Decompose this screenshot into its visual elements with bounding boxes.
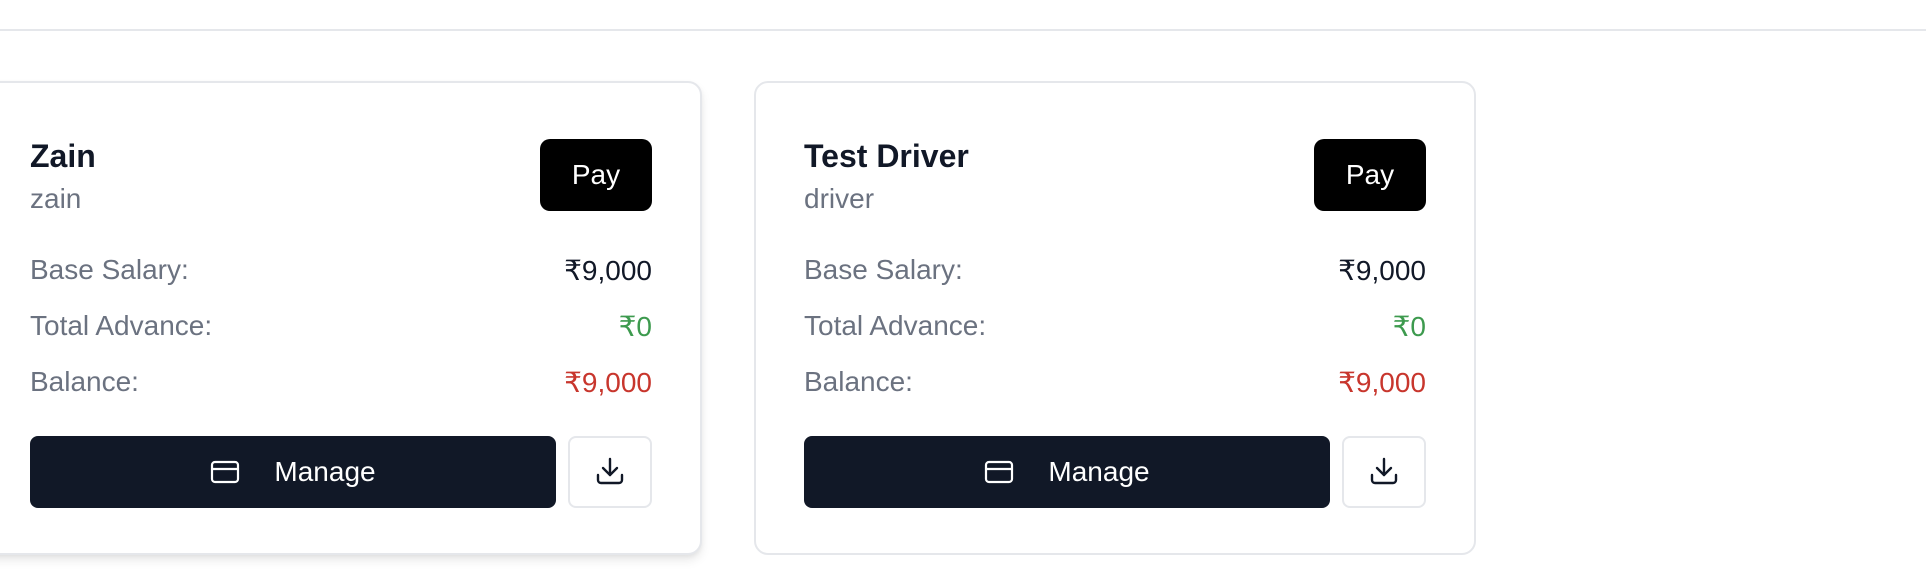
pay-button[interactable]: Pay [1314, 139, 1426, 211]
manage-button[interactable]: Manage [30, 436, 556, 508]
employee-username: zain [30, 183, 82, 214]
balance-value: ₹9,000 [1338, 366, 1426, 398]
total-advance-label: Total Advance: [804, 310, 987, 341]
base-salary-row: Base Salary: ₹9,000 [30, 252, 652, 288]
balance-label: Balance: [804, 366, 913, 397]
employee-username: driver [804, 183, 875, 214]
employee-card-zain: Zain zain Pay Base Salary: ₹9,000 Total … [0, 81, 702, 555]
manage-button[interactable]: Manage [804, 436, 1330, 508]
balance-value: ₹9,000 [564, 366, 652, 398]
download-button[interactable] [568, 436, 652, 508]
balance-row: Balance: ₹9,000 [804, 364, 1426, 400]
base-salary-value: ₹9,000 [1338, 254, 1426, 286]
employee-name: Test Driver [804, 138, 969, 174]
balance-row: Balance: ₹9,000 [30, 364, 652, 400]
pay-button[interactable]: Pay [540, 139, 652, 211]
manage-label: Manage [274, 456, 376, 487]
credit-card-icon [210, 460, 240, 484]
download-button[interactable] [1342, 436, 1426, 508]
base-salary-row: Base Salary: ₹9,000 [804, 252, 1426, 288]
total-advance-row: Total Advance: ₹0 [30, 308, 652, 344]
base-salary-label: Base Salary: [804, 254, 963, 285]
payroll-page: Zain zain Pay Base Salary: ₹9,000 Total … [0, 0, 1926, 572]
employee-card-test-driver: Test Driver driver Pay Base Salary: ₹9,0… [754, 81, 1476, 555]
manage-label: Manage [1048, 456, 1150, 487]
total-advance-label: Total Advance: [30, 310, 213, 341]
base-salary-value: ₹9,000 [564, 254, 652, 286]
download-icon [1369, 456, 1399, 489]
download-icon [595, 456, 625, 489]
base-salary-label: Base Salary: [30, 254, 189, 285]
total-advance-value: ₹0 [618, 310, 652, 342]
header-divider [0, 29, 1926, 31]
total-advance-row: Total Advance: ₹0 [804, 308, 1426, 344]
balance-label: Balance: [30, 366, 139, 397]
employee-name: Zain [30, 138, 96, 174]
total-advance-value: ₹0 [1392, 310, 1426, 342]
credit-card-icon [984, 460, 1014, 484]
